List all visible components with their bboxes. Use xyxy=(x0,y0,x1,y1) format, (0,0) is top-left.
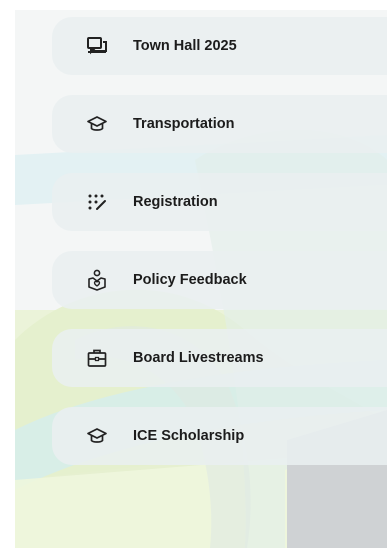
chat-bubbles-icon xyxy=(84,33,110,59)
menu-item-label: Town Hall 2025 xyxy=(133,38,237,54)
menu-item-label: ICE Scholarship xyxy=(133,428,245,444)
menu-item-board-livestreams[interactable]: Board Livestreams xyxy=(52,329,387,387)
menu-item-label: Policy Feedback xyxy=(133,272,247,288)
menu-item-transportation[interactable]: Transportation xyxy=(52,95,387,153)
menu-item-town-hall-2025[interactable]: Town Hall 2025 xyxy=(52,17,387,75)
person-heart-icon xyxy=(84,267,110,293)
graduation-cap-icon xyxy=(84,111,110,137)
menu-item-label: Transportation xyxy=(133,116,235,132)
dotted-edit-icon xyxy=(84,189,110,215)
menu-item-ice-scholarship[interactable]: ICE Scholarship xyxy=(52,407,387,465)
menu-item-label: Board Livestreams xyxy=(133,350,264,366)
graduation-cap-icon xyxy=(84,423,110,449)
menu-item-registration[interactable]: Registration xyxy=(52,173,387,231)
briefcase-icon xyxy=(84,345,110,371)
menu-item-policy-feedback[interactable]: Policy Feedback xyxy=(52,251,387,309)
menu-item-label: Registration xyxy=(133,194,218,210)
